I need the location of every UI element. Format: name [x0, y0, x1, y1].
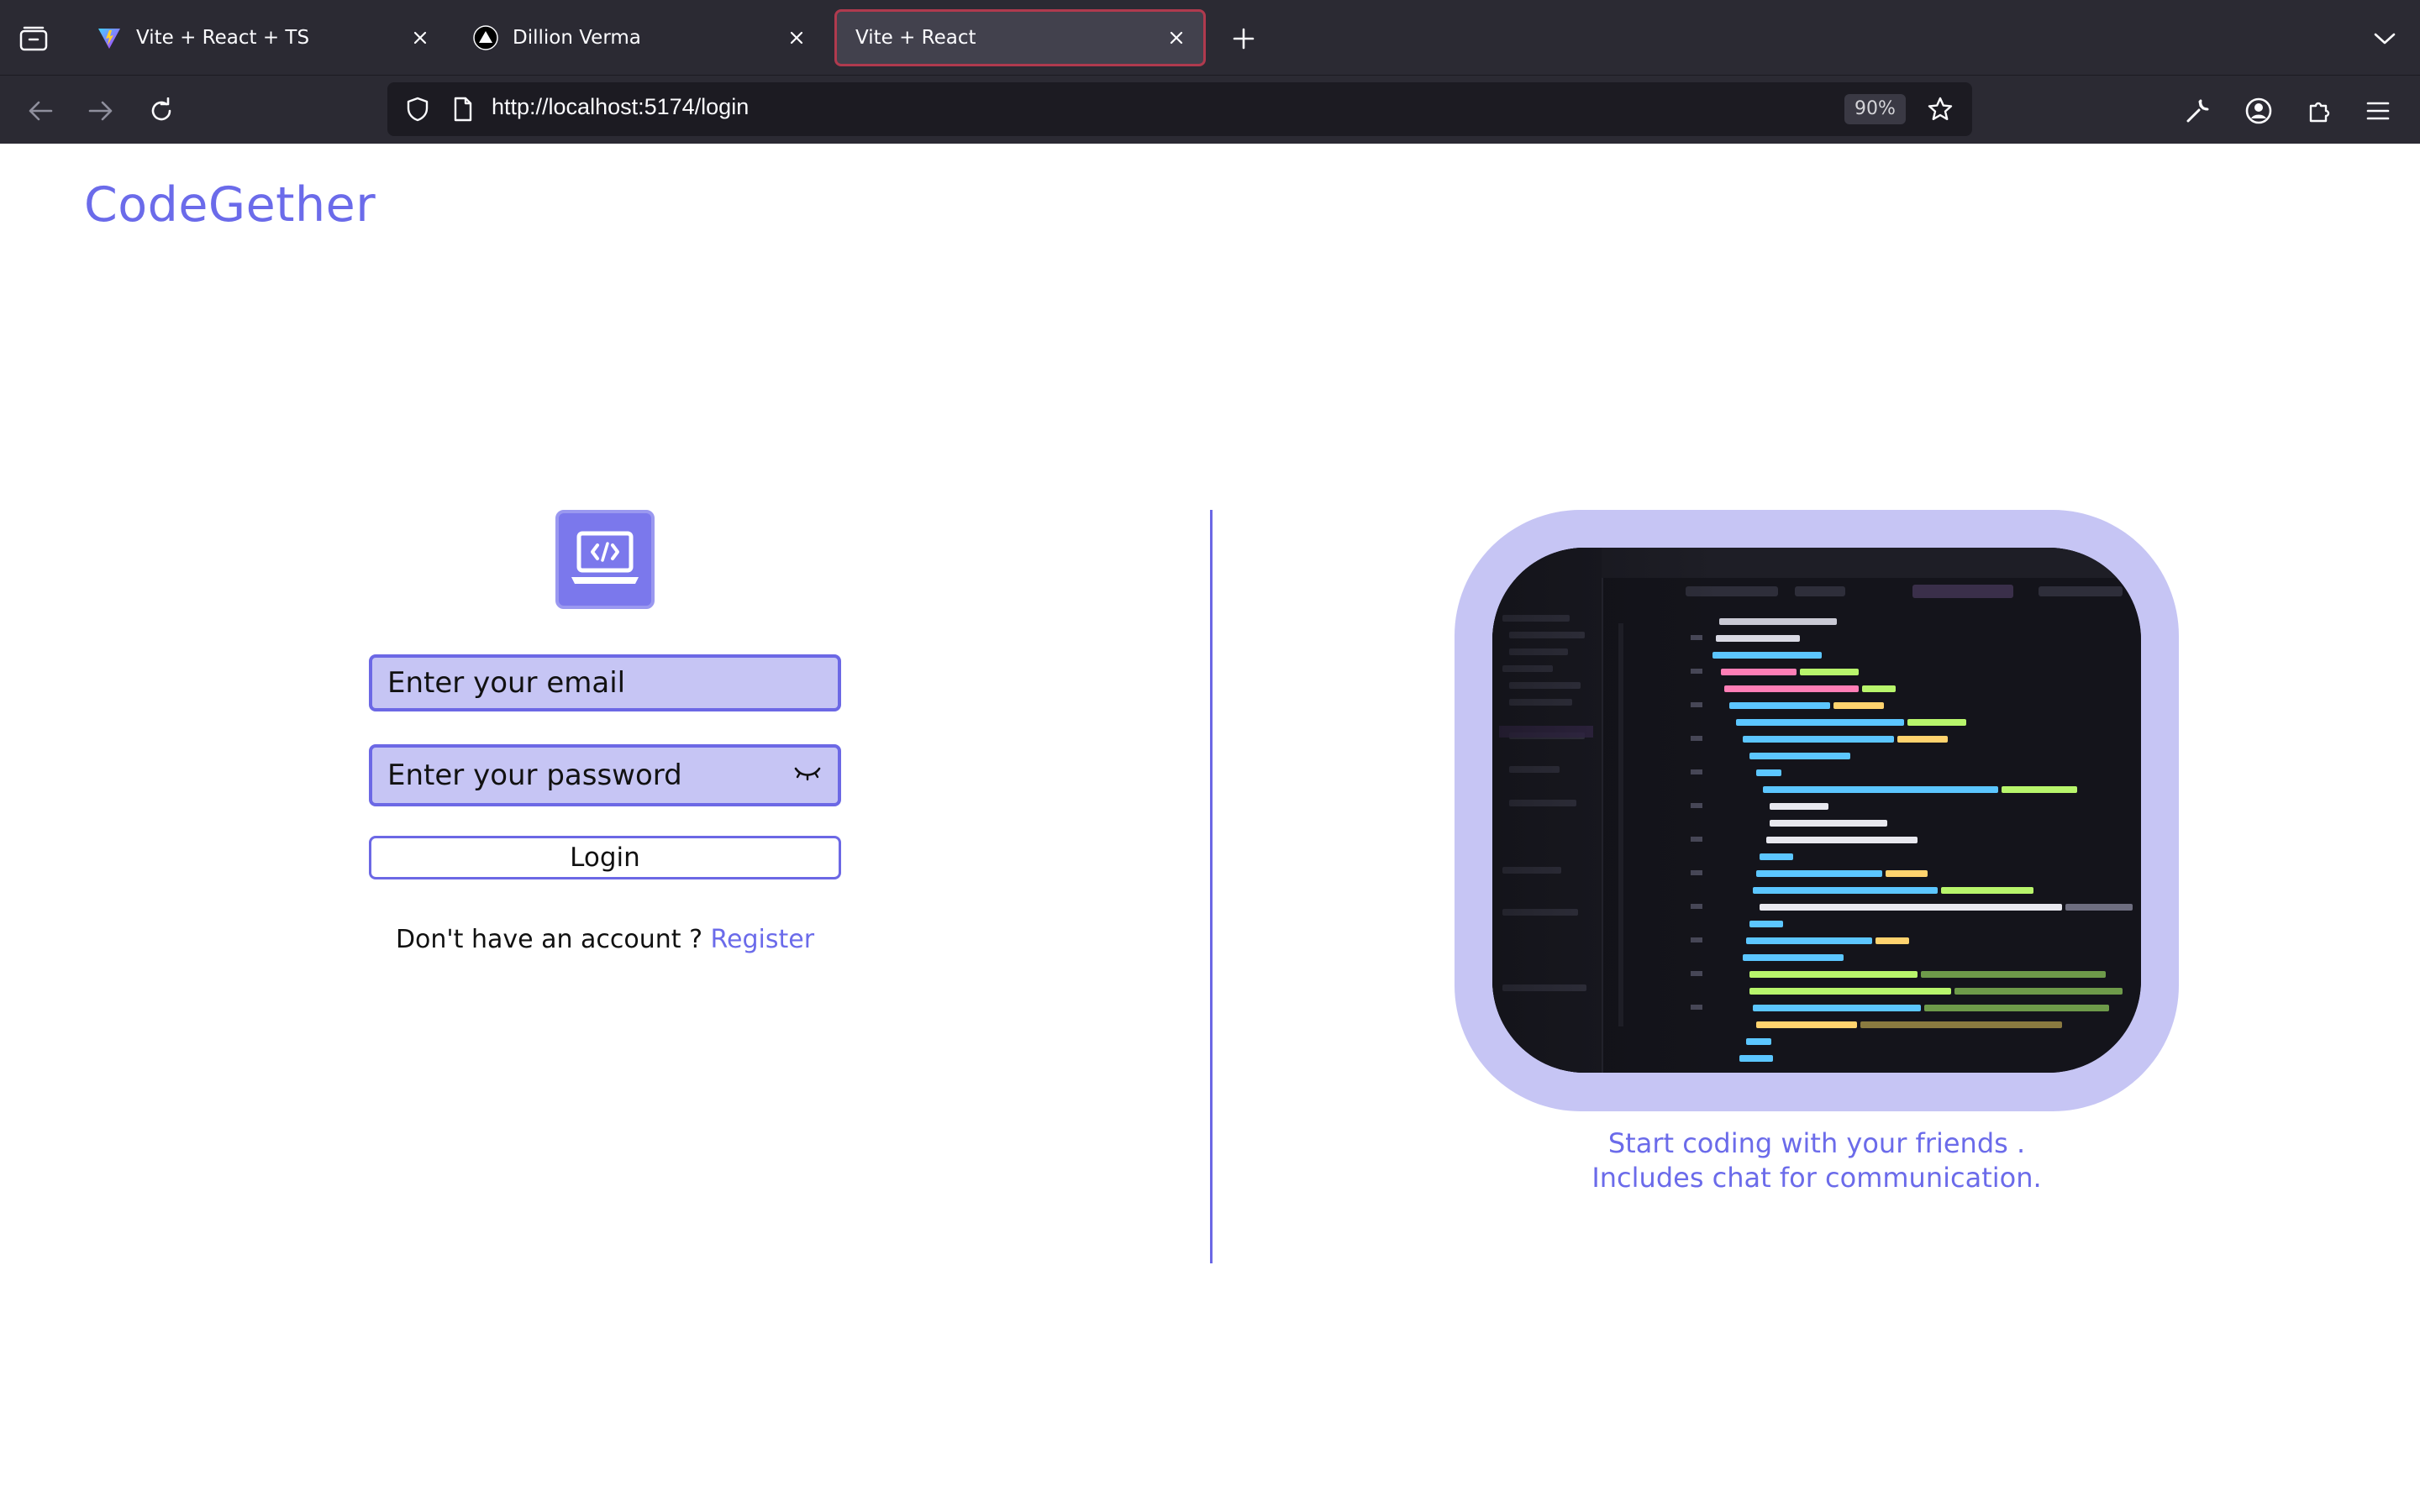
- triangle-logo-icon: [472, 24, 499, 51]
- vite-icon: [96, 24, 123, 51]
- page-content: CodeGether Login Don't have an account ?…: [0, 144, 2420, 1512]
- password-field[interactable]: [369, 744, 841, 806]
- tab-manager-icon[interactable]: [15, 20, 52, 57]
- wrench-icon[interactable]: [2178, 91, 2218, 131]
- extensions-puzzle-icon[interactable]: [2299, 91, 2339, 131]
- tab-title: Dillion Verma: [513, 27, 641, 49]
- chevron-down-icon[interactable]: [2366, 20, 2403, 57]
- close-icon[interactable]: [1160, 21, 1193, 55]
- page-icon[interactable]: [445, 91, 481, 128]
- hamburger-menu-icon[interactable]: [2358, 91, 2398, 131]
- eye-closed-icon[interactable]: [792, 759, 823, 786]
- tab-title: Vite + React: [855, 27, 976, 49]
- code-editor-screenshot: [1492, 548, 2141, 1073]
- new-tab-plus-icon[interactable]: [1225, 20, 1262, 57]
- close-icon[interactable]: [780, 21, 813, 55]
- hero-image-frame: [1455, 510, 2179, 1111]
- url-text: http://localhost:5174/login: [492, 94, 750, 119]
- email-field[interactable]: [369, 654, 841, 711]
- vertical-divider: [1210, 510, 1213, 1263]
- tab-dillion-verma[interactable]: Dillion Verma: [454, 9, 823, 66]
- brand-logo-text[interactable]: CodeGether: [84, 177, 376, 233]
- browser-tabstrip: Vite + React + TS Dillion Verma Vite + R…: [0, 0, 2420, 75]
- tagline-line-1: Start coding with your friends .: [1607, 1127, 2026, 1159]
- address-bar[interactable]: http://localhost:5174/login 90%: [387, 82, 1972, 136]
- laptop-code-icon: [555, 510, 655, 609]
- register-prompt: Don't have an account ? Register: [369, 925, 841, 954]
- tab-vite-react[interactable]: Vite + React: [834, 9, 1206, 66]
- tab-vite-react-ts[interactable]: Vite + React + TS: [77, 9, 447, 66]
- browser-navbar: http://localhost:5174/login 90%: [0, 75, 2420, 144]
- password-input[interactable]: [387, 748, 791, 803]
- close-icon[interactable]: [403, 21, 437, 55]
- star-bookmark-icon[interactable]: [1922, 91, 1959, 128]
- email-input[interactable]: [387, 658, 791, 708]
- login-button[interactable]: Login: [369, 836, 841, 879]
- reload-icon[interactable]: [141, 91, 182, 131]
- tab-title: Vite + React + TS: [136, 27, 310, 49]
- register-link[interactable]: Register: [711, 925, 815, 954]
- back-arrow-icon[interactable]: [20, 91, 60, 131]
- tagline-line-2: Includes chat for communication.: [1591, 1162, 2042, 1194]
- hero-tagline: Start coding with your friends . Include…: [1428, 1126, 2205, 1195]
- zoom-level-badge[interactable]: 90%: [1844, 94, 1906, 124]
- shield-icon[interactable]: [399, 91, 436, 128]
- forward-arrow-icon[interactable]: [81, 91, 121, 131]
- no-account-text: Don't have an account ?: [395, 925, 711, 954]
- account-icon[interactable]: [2238, 91, 2279, 131]
